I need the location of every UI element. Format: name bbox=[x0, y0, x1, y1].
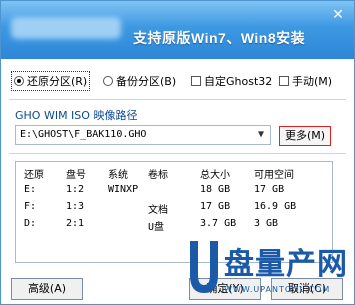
table-row[interactable]: F: 1:3 文档 17 GB 16.9 GB bbox=[16, 201, 332, 216]
cell-total-size: 18 GB bbox=[200, 184, 231, 195]
advanced-button[interactable]: 高级(A) bbox=[11, 278, 83, 300]
column-header-disk: 盘号 bbox=[66, 170, 86, 181]
custom-ghost-checkbox[interactable]: 自定Ghost32 bbox=[191, 73, 272, 89]
main-content: 还原分区(R) 备份分区(B) 自定Ghost32 手动(M) GHO WIM … bbox=[1, 59, 354, 304]
title-bar: 支持原版Win7、Win8安装 ✕ bbox=[1, 1, 354, 59]
close-icon: ✕ bbox=[332, 6, 344, 22]
cell-free-space: 3 GB bbox=[254, 218, 279, 229]
chevron-down-icon[interactable]: ▼ bbox=[253, 127, 269, 143]
installer-window: 支持原版Win7、Win8安装 ✕ 还原分区(R) 备份分区(B) 自定Ghos… bbox=[0, 0, 355, 305]
cell-system: WINXP bbox=[108, 184, 139, 195]
cell-disk: 1:3 bbox=[66, 201, 85, 212]
partition-table: 还原 盘号 系统 卷标 总大小 可用空间 E: 1:2 WINXP 18 GB … bbox=[15, 161, 333, 263]
image-path-label: GHO WIM ISO 映像路径 bbox=[15, 109, 138, 122]
cell-disk: 2:1 bbox=[66, 218, 85, 229]
cell-total-size: 17 GB bbox=[200, 201, 231, 212]
backup-partition-label: 备份分区(B) bbox=[116, 75, 177, 88]
ok-button[interactable]: 确定(Y) bbox=[189, 278, 261, 300]
cell-free-space: 17 GB bbox=[254, 184, 285, 195]
restore-partition-radio[interactable]: 还原分区(R) bbox=[11, 71, 91, 91]
window-title: 支持原版Win7、Win8安装 bbox=[133, 30, 306, 46]
mode-options: 还原分区(R) 备份分区(B) 自定Ghost32 手动(M) bbox=[9, 69, 347, 93]
divider bbox=[9, 99, 346, 100]
cell-drive: E: bbox=[24, 184, 37, 195]
column-header-system: 系统 bbox=[108, 170, 128, 181]
restore-partition-label: 还原分区(R) bbox=[27, 75, 88, 88]
column-header-total-size: 总大小 bbox=[200, 170, 230, 181]
cell-label: U盘 bbox=[148, 222, 165, 233]
checkbox-icon bbox=[279, 76, 289, 86]
image-path-value: E:\GHOST\F_BAK110.GHO bbox=[20, 129, 147, 140]
cell-drive: D: bbox=[24, 218, 37, 229]
divider bbox=[9, 153, 346, 154]
cell-free-space: 16.9 GB bbox=[254, 201, 297, 212]
column-header-restore: 还原 bbox=[24, 170, 44, 181]
cancel-button[interactable]: 取消(C) bbox=[271, 278, 343, 300]
image-path-combobox[interactable]: E:\GHOST\F_BAK110.GHO ▼ bbox=[15, 125, 271, 145]
column-header-label: 卷标 bbox=[148, 170, 168, 181]
radio-selected-icon bbox=[14, 76, 24, 86]
cell-total-size: 3.7 GB bbox=[200, 218, 237, 229]
cell-drive: F: bbox=[24, 201, 37, 212]
table-row[interactable]: E: 1:2 WINXP 18 GB 17 GB bbox=[16, 184, 332, 199]
custom-ghost-label: 自定Ghost32 bbox=[204, 75, 273, 88]
checkbox-icon bbox=[191, 76, 201, 86]
table-row[interactable]: D: 2:1 U盘 3.7 GB 3 GB bbox=[16, 218, 332, 233]
manual-checkbox[interactable]: 手动(M) bbox=[279, 73, 332, 89]
backup-partition-radio[interactable]: 备份分区(B) bbox=[103, 73, 176, 89]
column-header-free-space: 可用空间 bbox=[254, 170, 294, 181]
blurred-logo bbox=[11, 17, 121, 39]
manual-label: 手动(M) bbox=[292, 75, 333, 88]
close-button[interactable]: ✕ bbox=[330, 6, 346, 22]
more-button[interactable]: 更多(M) bbox=[279, 126, 331, 146]
radio-icon bbox=[103, 76, 113, 86]
cell-label: 文档 bbox=[148, 205, 168, 216]
cell-disk: 1:2 bbox=[66, 184, 85, 195]
table-header: 还原 盘号 系统 卷标 总大小 可用空间 bbox=[16, 166, 332, 181]
